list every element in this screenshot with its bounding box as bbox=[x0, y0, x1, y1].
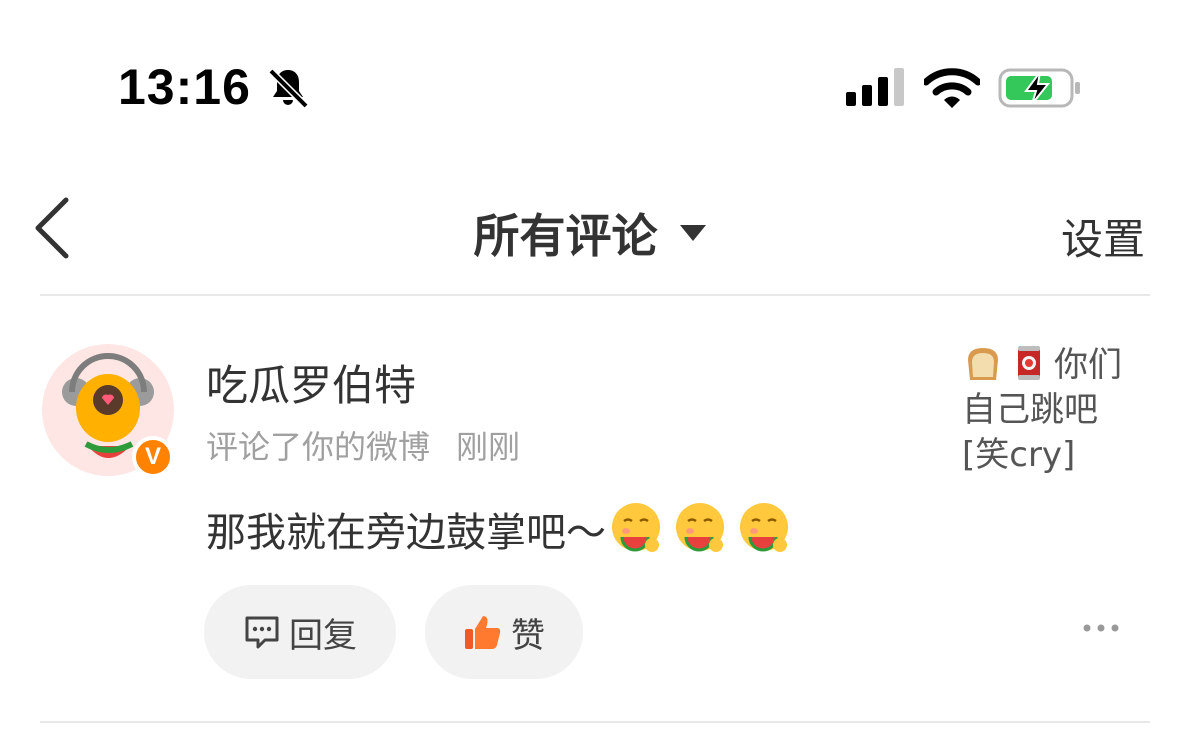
verified-badge: V bbox=[132, 436, 174, 478]
nav-bar: 所有评论 设置 bbox=[0, 170, 1179, 290]
bell-muted-icon bbox=[268, 68, 309, 109]
comment-body: 那我就在旁边鼓掌吧～ bbox=[206, 510, 606, 556]
action-text: 评论了你的微博 bbox=[206, 428, 431, 466]
eating-watermelon-emoji bbox=[612, 503, 660, 552]
title-dropdown[interactable]: 所有评论 bbox=[0, 200, 1179, 266]
wifi-icon bbox=[924, 68, 980, 108]
quoted-text-2: 自己跳吧 bbox=[962, 390, 1098, 430]
bread-emoji bbox=[968, 348, 998, 380]
eating-watermelon-emoji bbox=[740, 503, 788, 552]
eating-watermelon-emoji bbox=[676, 503, 724, 552]
quoted-line-1: 你们 bbox=[962, 342, 1152, 388]
battery-charging-icon bbox=[998, 68, 1080, 108]
comment-meta: 评论了你的微博 刚刚 bbox=[206, 422, 520, 468]
divider bbox=[40, 294, 1150, 296]
page-title: 所有评论 bbox=[473, 209, 658, 263]
cellular-signal-icon bbox=[846, 68, 904, 106]
comment-time: 刚刚 bbox=[456, 428, 521, 466]
reply-label: 回复 bbox=[289, 615, 357, 656]
quoted-text-1: 你们 bbox=[1054, 345, 1122, 385]
caret-down-icon bbox=[679, 225, 706, 241]
settings-button[interactable]: 设置 bbox=[1061, 206, 1145, 267]
like-button[interactable]: 赞 bbox=[425, 585, 583, 679]
username[interactable]: 吃瓜罗伯特 bbox=[206, 352, 416, 413]
divider bbox=[40, 721, 1150, 723]
comment-text: 那我就在旁边鼓掌吧～ bbox=[206, 500, 792, 558]
thumbs-up-icon bbox=[465, 616, 501, 649]
reply-button[interactable]: 回复 bbox=[204, 585, 396, 679]
quoted-text-3: [笑cry] bbox=[962, 435, 1076, 475]
more-options-icon[interactable] bbox=[1080, 616, 1122, 640]
can-emoji bbox=[1018, 346, 1040, 380]
like-label: 赞 bbox=[511, 615, 545, 656]
comment-bubble-icon bbox=[245, 616, 279, 649]
quoted-post[interactable]: 你们 自己跳吧 [笑cry] bbox=[962, 342, 1152, 478]
status-bar: 13:16 bbox=[0, 0, 1179, 140]
status-time: 13:16 bbox=[118, 59, 251, 115]
